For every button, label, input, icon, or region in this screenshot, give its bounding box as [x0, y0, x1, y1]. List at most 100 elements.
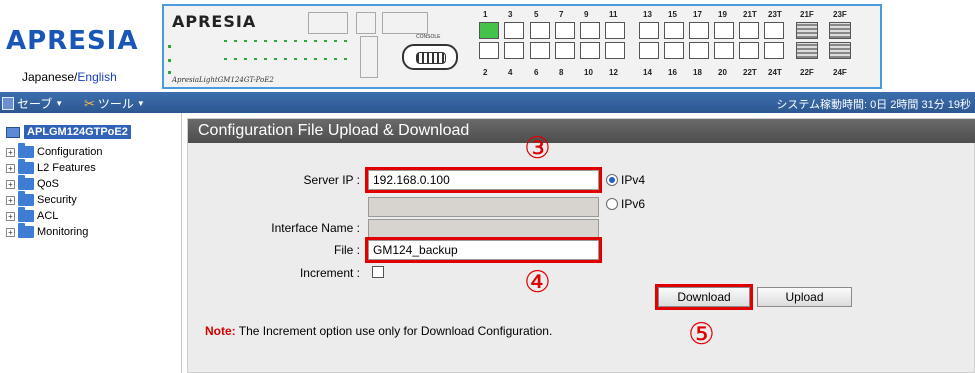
ethernet-port-icon — [764, 22, 784, 39]
port-number-bottom: 22T — [743, 68, 757, 77]
sfp-led-block — [360, 36, 378, 78]
save-menu-label: セーブ — [17, 97, 53, 111]
status-legend — [308, 12, 348, 34]
interface-name-label: Interface Name : — [271, 221, 360, 235]
radio-selected-icon — [606, 174, 618, 186]
console-led-icon — [168, 58, 176, 65]
note-keyword: Note: — [205, 324, 236, 338]
navigation-tree: APLGM124GTPoE2 + Configuration + L2 Feature… — [0, 113, 182, 373]
radio-unselected-icon — [606, 198, 618, 210]
apresia-logo: APRESIA — [6, 26, 139, 56]
increment-note: Note: The Increment option use only for … — [205, 324, 552, 338]
folder-icon — [18, 143, 34, 158]
port-number-bottom: 2 — [483, 68, 488, 77]
tool-menu[interactable]: ✂ ツール ▼ — [84, 95, 145, 112]
ethernet-port-icon — [829, 22, 851, 39]
console-label: CONSOLE — [416, 34, 441, 40]
tree-item-security[interactable]: + Security — [6, 191, 77, 206]
expand-icon[interactable]: + — [6, 147, 15, 157]
power-led-icon — [168, 44, 176, 51]
device-front-panel: APRESIA ApresiaLightGM124GT-PoE2 CONSOLE… — [162, 4, 882, 89]
server-ip-label: Server IP : — [303, 173, 360, 187]
status-legend-3 — [382, 12, 428, 34]
port-number-top: 3 — [508, 10, 513, 19]
port-number-top: 9 — [584, 10, 589, 19]
expand-icon[interactable]: + — [6, 195, 15, 205]
step-3-marker: ③ — [524, 131, 551, 166]
tool-menu-label: ツール — [97, 97, 134, 111]
tree-item-label: QoS — [37, 178, 60, 190]
folder-icon — [18, 223, 34, 238]
ethernet-port-icon — [714, 22, 734, 39]
language-switch: Japanese/English — [22, 70, 117, 84]
note-text: The Increment option use only for Downlo… — [235, 324, 553, 338]
ethernet-port-icon — [580, 22, 600, 39]
server-ip-input[interactable]: 192.168.0.100 — [365, 167, 602, 193]
tree-item-l2-features[interactable]: + L2 Features — [6, 159, 96, 174]
port-number-bottom: 6 — [534, 68, 539, 77]
port-number-top: 23F — [833, 10, 847, 19]
download-button[interactable]: Download — [655, 284, 753, 310]
port-number-top: 21F — [800, 10, 814, 19]
ethernet-port-icon — [739, 22, 759, 39]
ethernet-port-icon — [479, 22, 499, 39]
ethernet-port-icon — [504, 42, 524, 59]
ipv4-radio[interactable]: IPv4 — [606, 173, 645, 187]
expand-icon[interactable]: + — [6, 163, 15, 173]
increment-label: Increment : — [299, 266, 360, 280]
system-uptime: システム稼動時間: 0日 2時間 31分 19秒 — [776, 99, 971, 111]
tree-root[interactable]: APLGM124GTPoE2 — [6, 125, 131, 139]
expand-icon[interactable]: + — [6, 179, 15, 189]
file-input[interactable]: GM124_backup — [365, 237, 602, 263]
expand-icon[interactable]: + — [6, 227, 15, 237]
language-japanese[interactable]: Japanese — [22, 70, 74, 84]
ethernet-port-icon — [714, 42, 734, 59]
expand-icon[interactable]: + — [6, 211, 15, 221]
ethernet-port-icon — [689, 42, 709, 59]
folder-icon — [18, 207, 34, 222]
port-led-grid — [204, 36, 354, 76]
folder-icon — [18, 159, 34, 174]
interface-name-input — [368, 219, 599, 239]
port-number-top: 15 — [668, 10, 677, 19]
ethernet-port-icon — [764, 42, 784, 59]
increment-checkbox[interactable] — [372, 266, 384, 278]
language-english[interactable]: English — [77, 70, 116, 84]
ipv6-label: IPv6 — [621, 197, 646, 211]
ethernet-port-icon — [530, 42, 550, 59]
port-number-bottom: 14 — [643, 68, 652, 77]
page-title: Configuration File Upload & Download — [188, 119, 975, 143]
port-number-bottom: 18 — [693, 68, 702, 77]
tree-item-acl[interactable]: + ACL — [6, 207, 58, 222]
ethernet-port-icon — [796, 22, 818, 39]
tree-item-qos[interactable]: + QoS — [6, 175, 60, 190]
ethernet-port-icon — [664, 22, 684, 39]
port-number-bottom: 12 — [609, 68, 618, 77]
tree-item-label: L2 Features — [37, 162, 96, 174]
ipv6-radio[interactable]: IPv6 — [606, 197, 645, 211]
upload-button[interactable]: Upload — [757, 287, 852, 307]
ethernet-port-icon — [580, 42, 600, 59]
fan-led-icon — [168, 70, 176, 77]
chevron-down-icon: ▼ — [136, 99, 145, 108]
port-number-bottom: 22F — [800, 68, 814, 77]
ethernet-port-icon — [639, 42, 659, 59]
tree-item-monitoring[interactable]: + Monitoring — [6, 223, 89, 238]
port-number-top: 13 — [643, 10, 652, 19]
port-number-bottom: 16 — [668, 68, 677, 77]
main-content: Configuration File Upload & Download Ser… — [187, 118, 975, 373]
tree-item-configuration[interactable]: + Configuration — [6, 143, 102, 158]
port-number-top: 7 — [559, 10, 564, 19]
header: APRESIA Japanese/English APRESIA Apresia… — [0, 0, 975, 92]
ethernet-port-icon — [829, 42, 851, 59]
tree-item-label: Monitoring — [37, 226, 89, 238]
switch-icon — [6, 126, 20, 138]
ipv4-label: IPv4 — [621, 173, 646, 187]
tools-icon: ✂ — [84, 95, 95, 111]
port-number-bottom: 20 — [718, 68, 727, 77]
port-number-top: 5 — [534, 10, 539, 19]
port-number-bottom: 24T — [768, 68, 782, 77]
port-number-top: 1 — [483, 10, 488, 19]
save-menu[interactable]: セーブ ▼ — [2, 95, 63, 112]
tree-item-label: Security — [37, 194, 77, 206]
